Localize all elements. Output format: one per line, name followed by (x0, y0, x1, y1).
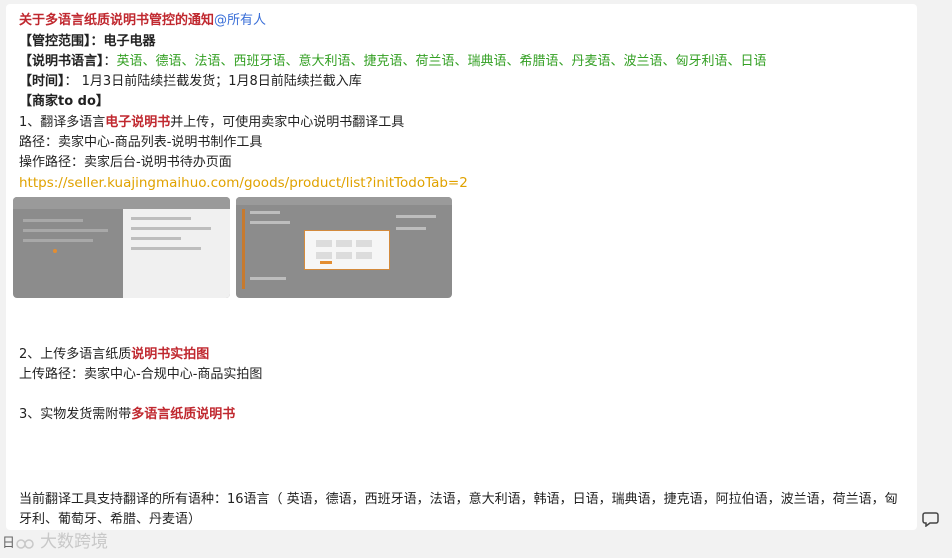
thumb1-marker (53, 249, 57, 253)
thumb1-bar (23, 219, 83, 222)
thumb2-bar (250, 211, 280, 214)
reply-icon[interactable] (922, 511, 940, 527)
step2-highlight: 说明书实拍图 (131, 347, 210, 362)
thumb2-cell (316, 252, 332, 259)
thumb2-dialog (304, 230, 390, 270)
mention-all[interactable]: @所有人 (214, 13, 266, 28)
language-value: 英语、德语、法语、西班牙语、意大利语、捷克语、荷兰语、瑞典语、希腊语、丹麦语、波… (116, 54, 767, 69)
step1-suffix: 并上传，可使用卖家中心说明书翻译工具 (170, 115, 405, 130)
thumb1-bar (131, 227, 211, 230)
languages-note: 当前翻译工具支持翻译的所有语种：16语言（ 英语，德语，西班牙语，法语，意大利语… (19, 492, 898, 527)
thumb1-side-panel (123, 209, 230, 298)
step3-highlight: 多语言纸质说明书 (131, 407, 236, 422)
step2-line: 2、上传多语言纸质说明书实拍图 (19, 346, 209, 364)
screenshot-thumbnail-2[interactable] (236, 197, 452, 298)
footer: 日 大数跨境 (0, 530, 952, 558)
language-line: 【说明书语言】：英语、德语、法语、西班牙语、意大利语、捷克语、荷兰语、瑞典语、希… (19, 53, 767, 71)
thumb2-side-marker (242, 209, 245, 289)
thumb2-bar (396, 227, 426, 230)
thumb2-cell (316, 240, 332, 247)
screenshot-thumbnail-1[interactable] (13, 197, 230, 298)
path2: 操作路径：卖家后台-说明书待办页面 (19, 155, 232, 170)
thumb2-toolbar (236, 197, 452, 205)
step1-prefix: 1、翻译多语言 (19, 115, 106, 130)
todo-label: 【商家to do】 (19, 94, 109, 109)
thumb1-bar (131, 247, 201, 250)
scope-label: 【管控范围】： (19, 34, 104, 49)
thumb2-cell (356, 240, 372, 247)
scope-value: 电子电器 (103, 34, 156, 49)
thumb1-bar (131, 237, 181, 240)
step3-line: 3、实物发货需附带多语言纸质说明书 (19, 406, 235, 424)
thumb2-bar (250, 277, 286, 280)
seller-link[interactable]: https://seller.kuajingmaihuo.com/goods/p… (19, 174, 468, 192)
thumb2-bar (250, 221, 290, 224)
path3: 上传路径：卖家中心-合规中心-商品实拍图 (19, 367, 263, 382)
language-sep: ： (103, 54, 117, 69)
step2-prefix: 2、上传多语言纸质 (19, 347, 132, 362)
footer-prefix: 日 (2, 536, 16, 551)
thumb2-cell (356, 252, 372, 259)
message-title: 关于多语言纸质说明书管控的通知 (19, 13, 215, 28)
watermark-logo-icon (16, 539, 34, 549)
thumb2-cell (336, 252, 352, 259)
thumb1-bar (23, 229, 108, 232)
path1: 路径：卖家中心-商品列表-说明书制作工具 (19, 135, 263, 150)
step1-highlight: 电子说明书 (105, 115, 171, 130)
step1-line: 1、翻译多语言电子说明书并上传，可使用卖家中心说明书翻译工具 (19, 114, 404, 132)
thumb1-bar (23, 239, 93, 242)
thumb1-toolbar (13, 197, 230, 209)
thumb2-bar (396, 215, 436, 218)
time-label: 【时间】 (19, 74, 65, 89)
thumb2-cell (336, 240, 352, 247)
time-value: ： 1月3日前陆续拦截发货；1月8日前陆续拦截入库 (64, 74, 362, 89)
scope-line: 【管控范围】：电子电器 (19, 33, 156, 51)
thumb2-button (320, 261, 332, 264)
step3-prefix: 3、实物发货需附带 (19, 407, 132, 422)
language-label: 【说明书语言】 (19, 54, 104, 69)
time-line: 【时间】： 1月3日前陆续拦截发货；1月8日前陆续拦截入库 (19, 73, 362, 91)
watermark-text: 大数跨境 (40, 532, 108, 552)
message-title-line: 关于多语言纸质说明书管控的通知@所有人 (19, 12, 266, 30)
thumb1-bar (131, 217, 191, 220)
